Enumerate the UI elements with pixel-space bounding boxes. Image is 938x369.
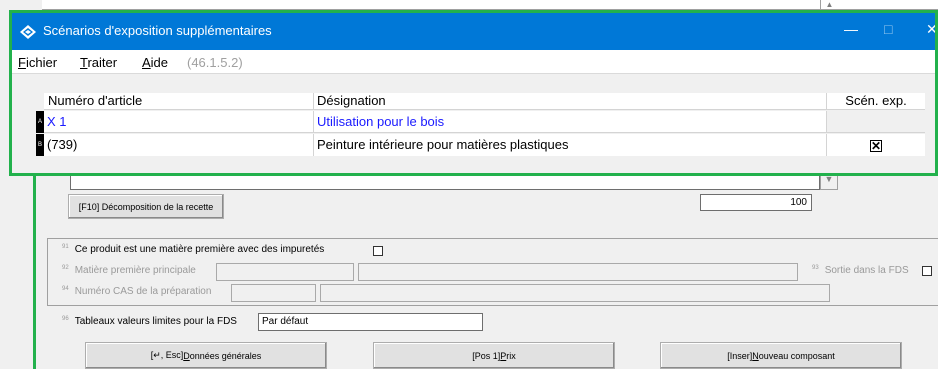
impurities-label: 91 Ce produit est une matière première av… (62, 244, 325, 255)
menu-fichier[interactable]: Fichier (18, 55, 57, 70)
dialog-title: Scénarios d'exposition supplémentaires (43, 23, 272, 38)
sds-output-label: 93 Sortie dans la FDS (812, 265, 909, 276)
screen: ▲ ▼ [F10] Décomposition de la recette 10… (0, 0, 938, 369)
cell-designation[interactable]: Peinture intérieure pour matières plasti… (314, 134, 827, 156)
row-indicator[interactable]: A (36, 111, 44, 133)
menu-bar: Fichier Traiter Aide (46.1.5.2) (12, 50, 935, 74)
column-header-article[interactable]: Numéro d'article (44, 93, 314, 110)
cas-description-field[interactable] (320, 284, 830, 302)
exposure-scenarios-dialog: Scénarios d'exposition supplémentaires —… (9, 10, 938, 176)
sds-output-checkbox[interactable] (922, 266, 932, 276)
highlight-border-left (33, 176, 36, 369)
price-button[interactable]: [Pos 1] Prix (373, 342, 615, 369)
recipe-decomposition-button[interactable]: [F10] Décomposition de la recette (68, 194, 224, 219)
cas-number-label: 94 Numéro CAS de la préparation (62, 286, 212, 297)
title-bar[interactable]: Scénarios d'exposition supplémentaires —… (12, 13, 935, 50)
close-icon[interactable]: ✕ (926, 21, 935, 38)
background-grid-top (42, 0, 938, 10)
menu-traiter[interactable]: Traiter (80, 55, 117, 70)
cell-scenario[interactable] (827, 111, 925, 133)
limit-tables-field[interactable]: Par défaut (258, 313, 483, 331)
limit-tables-label: 96 Tableaux valeurs limites pour la FDS (62, 316, 237, 327)
column-header-designation[interactable]: Désignation (314, 93, 827, 110)
cell-article[interactable]: (739) (44, 134, 314, 156)
cell-scenario[interactable]: ✕ (827, 134, 925, 156)
scenario-checkbox[interactable]: ✕ (870, 139, 882, 152)
general-data-button[interactable]: [↵, Esc] Données générales (85, 342, 327, 369)
cell-article[interactable]: X 1 (44, 111, 314, 133)
cell-designation[interactable]: Utilisation pour le bois (314, 111, 827, 133)
cas-number-field[interactable] (231, 284, 316, 302)
articles-grid: Numéro d'article Désignation Scén. exp. … (26, 93, 926, 173)
main-raw-material-label: 92 Matière première principale (62, 265, 196, 276)
main-raw-material-code-field[interactable] (216, 263, 354, 281)
minimize-icon[interactable]: — (844, 21, 858, 37)
impurities-checkbox[interactable] (373, 246, 383, 256)
column-header-scenario[interactable]: Scén. exp. (827, 93, 925, 110)
main-raw-material-name-field[interactable] (358, 263, 798, 281)
scroll-up-arrow-icon[interactable]: ▲ (820, 0, 838, 10)
new-component-button[interactable]: [Inser] Nouveau composant (660, 342, 902, 369)
menu-aide[interactable]: Aide (142, 55, 168, 70)
maximize-icon[interactable]: □ (884, 21, 892, 37)
version-label: (46.1.5.2) (187, 55, 243, 70)
quantity-field[interactable]: 100 (700, 194, 812, 211)
diamond-app-icon (20, 25, 36, 39)
row-indicator[interactable]: B (36, 134, 44, 156)
